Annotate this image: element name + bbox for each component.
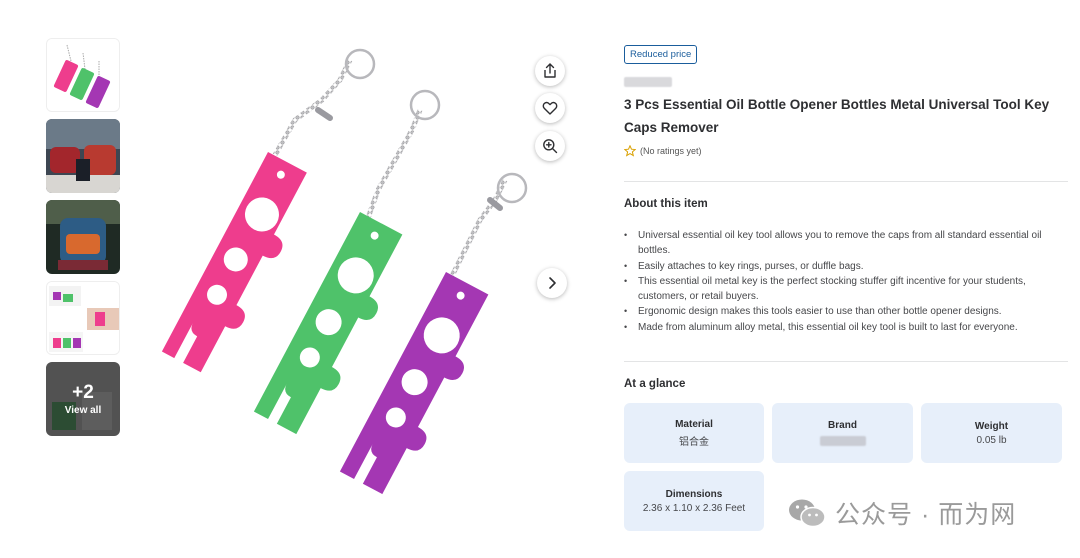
thumbnail-2[interactable] [46,119,120,193]
view-all-overlay: +2 View all [46,362,120,436]
dimensions-label: Dimensions [665,488,723,500]
thumbnail-4[interactable] [46,281,120,355]
lifestyle-bags-image [46,119,120,193]
brand-link-redacted[interactable] [624,77,672,87]
view-all-thumbnail[interactable]: +2 View all [46,362,120,436]
lifestyle-backpack-image [46,200,120,274]
brand-cell: Brand [772,403,913,464]
material-label: Material [675,418,713,430]
reduced-price-badge: Reduced price [624,45,698,64]
watermark: 公众号 · 而为网 [787,495,1016,531]
product-collage-image [47,282,119,354]
about-bullet: Universal essential oil key tool allows … [624,228,1068,259]
rating-text: (No ratings yet) [640,146,702,156]
heart-icon [542,101,558,115]
section-divider [624,361,1068,363]
section-divider [624,181,1068,182]
favorite-button[interactable] [535,93,565,123]
product-thumbnail-image [47,39,119,111]
weight-cell: Weight 0.05 lb [921,403,1062,464]
zoom-in-icon [543,139,558,154]
about-bullet: This essential oil metal key is the perf… [624,274,1068,305]
dimensions-cell: Dimensions 2.36 x 1.10 x 2.36 Feet [624,471,764,532]
view-all-label: View all [64,404,102,416]
thumbnail-gallery: +2 View all [46,38,122,443]
thumbnail-1[interactable] [46,38,120,112]
share-icon [544,63,556,78]
material-value: 铝合金 [679,436,709,448]
chevron-right-icon [549,277,556,289]
watermark-text: 公众号 · 而为网 [835,501,1017,529]
star-icon [624,145,636,157]
about-bullets: Universal essential oil key tool allows … [624,228,1068,335]
about-bullet: Easily attaches to key rings, purses, or… [624,259,1068,275]
product-info: Reduced price 3 Pcs Essential Oil Bottle… [624,44,1068,532]
essential-oil-keys-image [161,48,528,495]
material-cell: Material 铝合金 [624,403,764,464]
about-heading: About this item [624,198,708,210]
product-title: 3 Pcs Essential Oil Bottle Opener Bottle… [624,97,1050,135]
about-bullet: Ergonomic design makes this tools easier… [624,304,1068,320]
brand-value-redacted [819,436,866,447]
dimensions-value: 2.36 x 1.10 x 2.36 Feet [642,502,746,514]
about-bullet: Made from aluminum alloy metal, this ess… [624,320,1068,336]
view-all-count: +2 [72,381,94,403]
next-image-button[interactable] [537,268,567,298]
rating-row[interactable]: (No ratings yet) [624,145,1068,157]
main-product-image[interactable] [150,40,580,500]
weight-value: 0.05 lb [976,434,1007,446]
zoom-button[interactable] [535,131,565,161]
weight-label: Weight [974,420,1009,432]
wechat-icon [789,499,826,528]
thumbnail-3[interactable] [46,200,120,274]
at-a-glance-heading: At a glance [624,378,686,391]
share-button[interactable] [535,56,565,86]
brand-label: Brand [828,420,857,432]
